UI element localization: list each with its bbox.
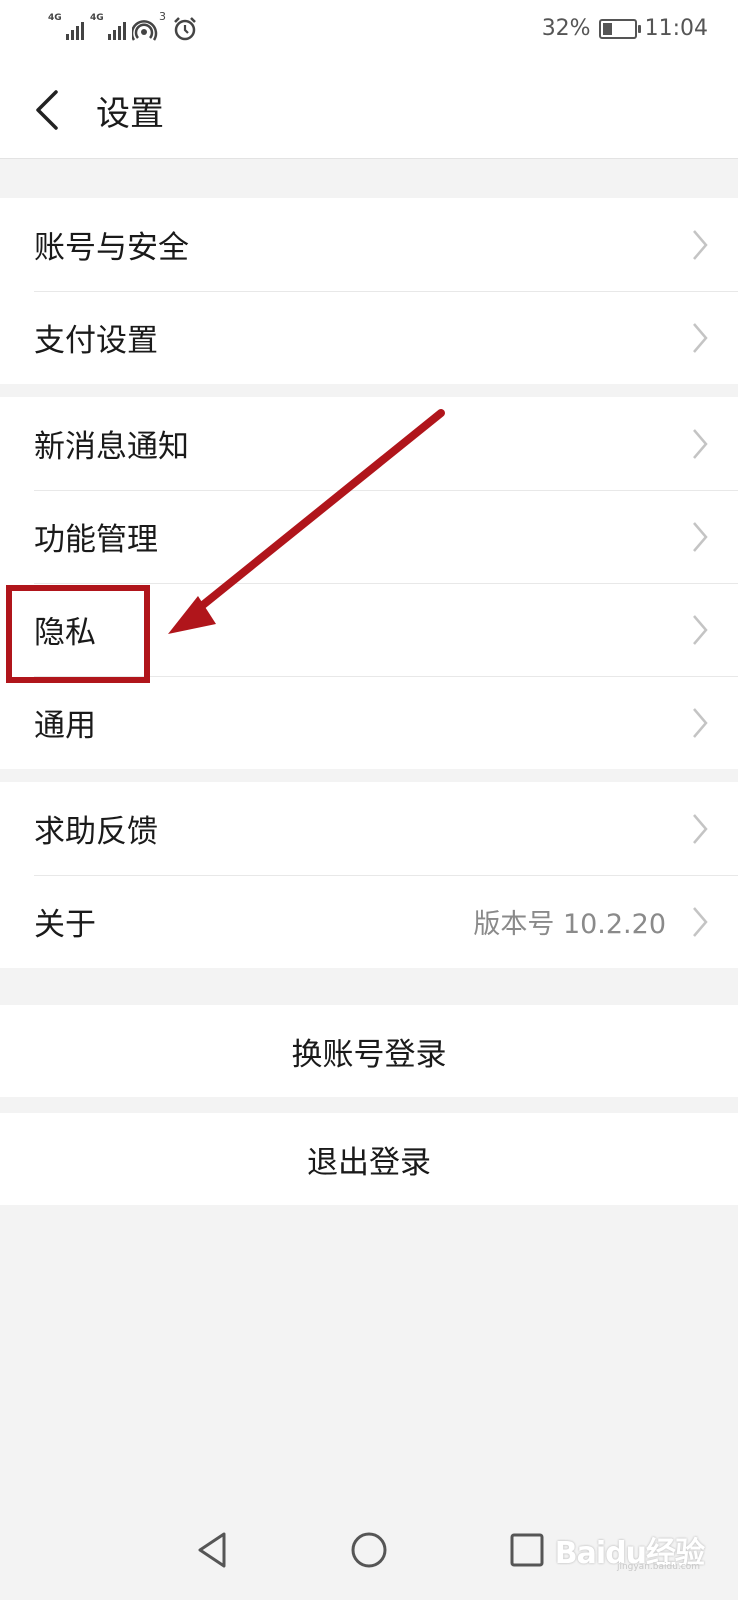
chevron-right-icon <box>693 429 708 459</box>
chevron-right-icon <box>693 708 708 738</box>
settings-item-about[interactable]: 关于 版本号 10.2.20 <box>0 875 738 968</box>
settings-item-label: 关于 <box>34 907 96 943</box>
settings-item-label: 功能管理 <box>34 522 158 558</box>
battery-icon <box>598 18 641 39</box>
settings-item-account-security[interactable]: 账号与安全 <box>0 198 738 291</box>
settings-group-general: 新消息通知 功能管理 隐私 通用 <box>0 397 738 769</box>
chevron-right-icon <box>693 907 708 937</box>
hotspot-count: 3 <box>159 10 166 23</box>
nav-recents-button[interactable] <box>505 1528 549 1572</box>
settings-item-label: 求助反馈 <box>34 814 158 850</box>
nav-back-button[interactable] <box>190 1528 234 1572</box>
status-bar: 4G 4G 3 32% 11:04 <box>0 0 738 60</box>
network-type-label: 4G <box>90 13 104 23</box>
settings-item-features[interactable]: 功能管理 <box>0 490 738 583</box>
settings-item-label: 通用 <box>34 708 96 744</box>
chevron-right-icon <box>693 323 708 353</box>
back-button[interactable] <box>26 80 76 140</box>
settings-item-label: 支付设置 <box>34 323 158 359</box>
settings-item-help-feedback[interactable]: 求助反馈 <box>0 782 738 875</box>
watermark: Baidu经验 jingyan.baidu.com <box>555 1528 705 1572</box>
settings-item-label: 新消息通知 <box>34 429 189 465</box>
chevron-right-icon <box>693 814 708 844</box>
settings-item-general[interactable]: 通用 <box>0 676 738 769</box>
watermark-url: jingyan.baidu.com <box>616 1562 700 1572</box>
chevron-left-icon <box>36 90 58 130</box>
status-icons-left: 4G 4G 3 <box>48 10 198 42</box>
signal-icon-sim2: 4G <box>90 14 126 42</box>
status-icons-right: 32% 11:04 <box>542 16 708 41</box>
version-value: 版本号 10.2.20 <box>473 909 666 940</box>
battery-percent: 32% <box>541 16 591 41</box>
chevron-right-icon <box>693 230 708 260</box>
signal-icon-sim1: 4G <box>48 14 84 42</box>
settings-item-notifications[interactable]: 新消息通知 <box>0 397 738 490</box>
logout-button[interactable]: 退出登录 <box>0 1113 738 1205</box>
highlight-box <box>6 585 150 683</box>
clock: 11:04 <box>644 16 708 41</box>
chevron-right-icon <box>693 615 708 645</box>
hotspot-icon: 3 <box>132 10 166 42</box>
nav-home-button[interactable] <box>347 1528 391 1572</box>
network-type-label: 4G <box>48 13 62 23</box>
settings-item-label: 账号与安全 <box>34 230 189 266</box>
system-nav-bar: Baidu经验 jingyan.baidu.com <box>0 1500 738 1600</box>
settings-item-payment[interactable]: 支付设置 <box>0 291 738 384</box>
page-title: 设置 <box>96 94 164 134</box>
chevron-right-icon <box>693 522 708 552</box>
app-header: 设置 <box>0 60 738 159</box>
alarm-icon <box>174 17 196 41</box>
settings-group-account: 账号与安全 支付设置 <box>0 198 738 384</box>
settings-group-help: 求助反馈 关于 版本号 10.2.20 <box>0 782 738 968</box>
switch-account-label: 换账号登录 <box>291 1036 447 1073</box>
logout-label: 退出登录 <box>307 1144 431 1181</box>
switch-account-button[interactable]: 换账号登录 <box>0 1005 738 1097</box>
